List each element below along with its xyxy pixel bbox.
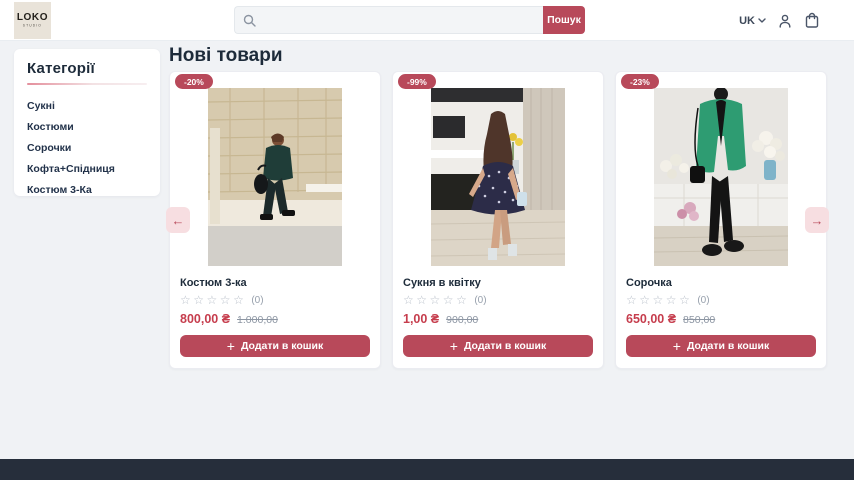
star-icons: ☆☆☆☆☆ bbox=[403, 294, 469, 306]
plus-icon: + bbox=[673, 339, 681, 353]
logo[interactable]: LOKO STUDIO bbox=[14, 2, 51, 39]
add-to-cart-label: Додати в кошик bbox=[241, 340, 323, 352]
rating-count: (0) bbox=[697, 295, 709, 306]
add-to-cart-button[interactable]: + Додати в кошик bbox=[180, 335, 370, 357]
product-rating: ☆☆☆☆☆ (0) bbox=[180, 294, 370, 306]
product-image[interactable] bbox=[431, 88, 565, 266]
current-price: 800,00 ₴ bbox=[180, 312, 230, 326]
add-to-cart-button[interactable]: + Додати в кошик bbox=[403, 335, 593, 357]
add-to-cart-label: Додати в кошик bbox=[464, 340, 546, 352]
language-label: UK bbox=[739, 15, 755, 27]
old-price: 900,00 bbox=[446, 314, 478, 326]
price-row: 1,00 ₴ 900,00 bbox=[403, 312, 593, 326]
search-button[interactable]: Пошук bbox=[543, 6, 585, 34]
product-card[interactable]: -23% bbox=[615, 71, 827, 369]
add-to-cart-button[interactable]: + Додати в кошик bbox=[626, 335, 816, 357]
chevron-down-icon bbox=[758, 18, 766, 23]
carousel-prev-button[interactable]: ← bbox=[166, 207, 190, 233]
product-card[interactable]: -20% bbox=[169, 71, 381, 369]
carousel-next-button[interactable]: → bbox=[805, 207, 829, 233]
plus-icon: + bbox=[450, 339, 458, 353]
language-selector[interactable]: UK bbox=[739, 15, 766, 27]
sidebar-item-sukni[interactable]: Сукні bbox=[27, 95, 147, 116]
product-rating: ☆☆☆☆☆ (0) bbox=[626, 294, 816, 306]
product-rating: ☆☆☆☆☆ (0) bbox=[403, 294, 593, 306]
categories-list: Сукні Костюми Сорочки Кофта+Спідниця Кос… bbox=[27, 95, 147, 200]
discount-badge: -20% bbox=[175, 74, 213, 89]
current-price: 1,00 ₴ bbox=[403, 312, 439, 326]
search-input[interactable] bbox=[256, 7, 535, 33]
star-icons: ☆☆☆☆☆ bbox=[180, 294, 246, 306]
discount-badge: -99% bbox=[398, 74, 436, 89]
current-price: 650,00 ₴ bbox=[626, 312, 676, 326]
search-bar: Пошук bbox=[234, 6, 585, 34]
categories-title: Категорії bbox=[27, 60, 147, 77]
product-image[interactable] bbox=[208, 88, 342, 266]
discount-badge: -23% bbox=[621, 74, 659, 89]
new-products-carousel: ← -20% bbox=[169, 71, 828, 369]
logo-subtext: STUDIO bbox=[23, 24, 42, 27]
page-title: Нові товари bbox=[169, 45, 283, 67]
sidebar-item-sorochky[interactable]: Сорочки bbox=[27, 137, 147, 158]
price-row: 800,00 ₴ 1.000,00 bbox=[180, 312, 370, 326]
search-icon bbox=[243, 14, 256, 27]
product-card[interactable]: -99% bbox=[392, 71, 604, 369]
product-cards: -20% bbox=[169, 71, 828, 369]
footer bbox=[0, 459, 854, 480]
sidebar-item-kostiumy[interactable]: Костюми bbox=[27, 116, 147, 137]
price-row: 650,00 ₴ 850,00 bbox=[626, 312, 816, 326]
categories-panel: Категорії Сукні Костюми Сорочки Кофта+Сп… bbox=[14, 49, 160, 196]
star-icons: ☆☆☆☆☆ bbox=[626, 294, 692, 306]
page: LOKO STUDIO Пошук UK bbox=[0, 0, 854, 480]
product-title[interactable]: Костюм 3-ка bbox=[180, 277, 370, 289]
add-to-cart-label: Додати в кошик bbox=[687, 340, 769, 352]
categories-underline bbox=[27, 83, 147, 85]
old-price: 850,00 bbox=[683, 314, 715, 326]
sidebar-item-kofta-spidnytsia[interactable]: Кофта+Спідниця bbox=[27, 158, 147, 179]
header: LOKO STUDIO Пошук UK bbox=[0, 0, 854, 41]
product-title[interactable]: Сукня в квітку bbox=[403, 277, 593, 289]
rating-count: (0) bbox=[251, 295, 263, 306]
user-icon[interactable] bbox=[777, 13, 793, 29]
sidebar-item-kostium-3-ka[interactable]: Костюм 3-Ка bbox=[27, 179, 147, 200]
product-title[interactable]: Сорочка bbox=[626, 277, 816, 289]
header-actions: UK bbox=[739, 0, 820, 41]
logo-text: LOKO bbox=[17, 13, 48, 23]
product-image[interactable] bbox=[654, 88, 788, 266]
old-price: 1.000,00 bbox=[237, 314, 278, 326]
rating-count: (0) bbox=[474, 295, 486, 306]
search-input-container bbox=[234, 6, 543, 34]
plus-icon: + bbox=[227, 339, 235, 353]
cart-icon[interactable] bbox=[804, 12, 820, 29]
